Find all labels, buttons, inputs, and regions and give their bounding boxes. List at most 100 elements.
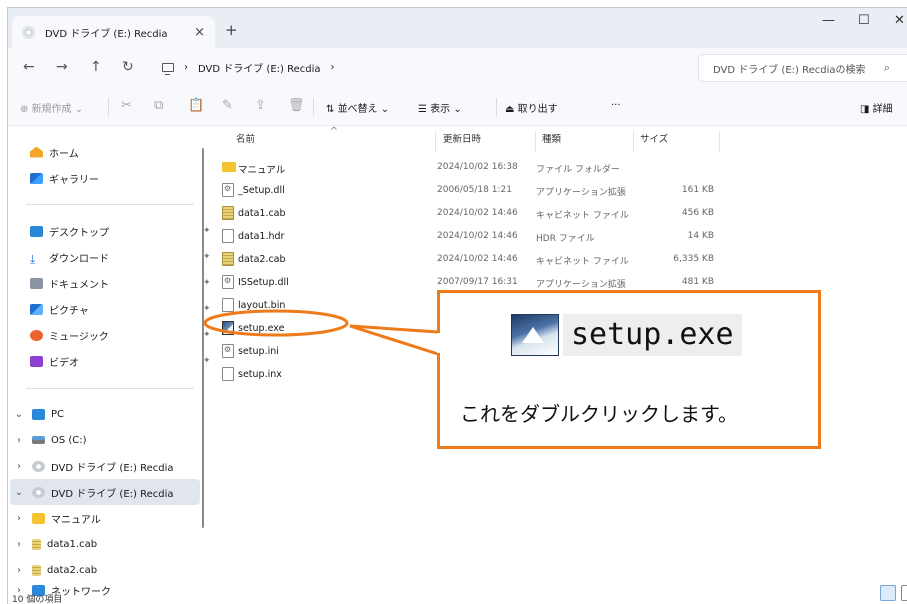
chevron-right-icon[interactable]: › [12, 435, 26, 446]
file-row[interactable]: data1.hdr 2024/10/02 14:46 HDR ファイル 14 KB [218, 226, 718, 248]
new-tab-button[interactable]: + [225, 21, 238, 39]
sidebar-label: マニュアル [51, 514, 101, 526]
column-header-size[interactable]: サイズ [634, 131, 720, 153]
sidebar-item-dvd-drive[interactable]: › DVD ドライブ (E:) Recdia [12, 453, 202, 479]
sidebar-item-dvd-drive-selected[interactable]: ⌄ DVD ドライブ (E:) Recdia [10, 479, 200, 505]
exe-file-icon [222, 321, 234, 335]
tab-dvd-drive[interactable]: DVD ドライブ (E:) Recdia × [12, 16, 215, 48]
sidebar-item-gallery[interactable]: ギャラリー [30, 165, 220, 191]
sidebar-item-documents[interactable]: ドキュメント ✦ [30, 270, 220, 296]
search-input[interactable]: DVD ドライブ (E:) Recdiaの検索 ⌕ [698, 54, 907, 82]
doc-file-icon [222, 367, 234, 381]
minimize-button[interactable]: — [822, 13, 835, 28]
up-arrow-icon[interactable]: ↑ [90, 59, 102, 75]
file-date: 2024/10/02 14:46 [437, 208, 518, 218]
drive-icon [32, 436, 45, 444]
pin-icon[interactable]: ✦ [203, 356, 211, 366]
file-type: アプリケーション拡張 [536, 188, 626, 198]
sidebar-label: ピクチャ [49, 305, 89, 317]
callout-instruction: これをダブルクリックします。 [460, 402, 738, 426]
sidebar-item-os-drive[interactable]: › OS (C:) [12, 427, 202, 453]
back-arrow-icon[interactable]: ← [23, 59, 35, 75]
sidebar-item-pc[interactable]: ⌄ PC [12, 401, 202, 427]
sidebar-item-data1[interactable]: › data1.cab [12, 531, 202, 557]
cabinet-file-icon [32, 564, 41, 576]
pin-icon[interactable]: ✦ [203, 226, 211, 236]
chevron-right-icon[interactable]: › [12, 513, 26, 524]
chevron-right-icon[interactable]: › [12, 539, 26, 550]
eject-button[interactable]: ⏏ 取り出す [505, 100, 558, 115]
file-size: 456 KB [681, 208, 714, 218]
chevron-right-icon[interactable]: › [12, 565, 26, 576]
chevron-right-icon[interactable]: › [12, 461, 26, 472]
sidebar-item-pictures[interactable]: ピクチャ ✦ [30, 296, 220, 322]
sidebar-item-music[interactable]: ミュージック ✦ [30, 322, 220, 348]
cab-file-icon [222, 252, 234, 266]
dvd-icon [32, 460, 45, 472]
more-options-button[interactable]: ··· [611, 100, 621, 111]
sidebar-item-manual[interactable]: › マニュアル [12, 505, 202, 531]
breadcrumb[interactable]: › DVD ドライブ (E:) Recdia › [162, 60, 335, 75]
file-name: setup.inx [238, 369, 282, 380]
sidebar-item-downloads[interactable]: ⤓ ダウンロード ✦ [30, 244, 220, 270]
chevron-down-icon[interactable]: ⌄ [12, 409, 26, 420]
sidebar-divider [26, 388, 194, 389]
maximize-button[interactable]: ☐ [858, 13, 870, 28]
sidebar-item-desktop[interactable]: デスクトップ ✦ [30, 218, 220, 244]
breadcrumb-dvd[interactable]: DVD ドライブ (E:) Recdia [198, 60, 321, 75]
details-view-button[interactable] [880, 585, 896, 601]
file-size: 481 KB [681, 277, 714, 287]
sidebar-scrollbar[interactable] [202, 148, 204, 528]
folder-file-icon [222, 162, 236, 172]
details-pane-button[interactable]: ◨ 詳細 [860, 100, 893, 115]
file-row[interactable]: マニュアル 2024/10/02 16:38 ファイル フォルダー [218, 157, 718, 179]
file-name: data2.cab [238, 254, 286, 265]
sidebar-item-videos[interactable]: ビデオ ✦ [30, 348, 220, 374]
tab-strip: DVD ドライブ (E:) Recdia × + — ☐ ✕ [8, 8, 907, 48]
search-icon[interactable]: ⌕ [884, 61, 890, 75]
column-label: 更新日時 [443, 134, 482, 145]
tiles-view-button[interactable] [901, 585, 907, 601]
tab-close-icon[interactable]: × [194, 25, 205, 40]
pin-icon[interactable]: ✦ [203, 278, 211, 288]
sidebar-label: ホーム [49, 148, 79, 160]
delete-icon[interactable]: 🗑 [288, 98, 305, 113]
dvd-icon [22, 25, 35, 39]
sidebar-label: ミュージック [49, 331, 109, 343]
documents-icon [30, 277, 43, 289]
refresh-icon[interactable]: ↻ [122, 59, 134, 75]
view-button[interactable]: ☰ 表示 ⌄ [418, 100, 462, 115]
file-row[interactable]: data1.cab 2024/10/02 14:46 キャビネット ファイル 456 … [218, 203, 718, 225]
sidebar-item-data2[interactable]: › data2.cab [12, 557, 202, 583]
new-button[interactable]: ⊕ 新規作成 ⌄ [20, 100, 83, 115]
share-icon[interactable]: ⇪ [255, 98, 266, 113]
column-label: 名前 [236, 134, 256, 145]
copy-icon[interactable]: ⧉ [154, 98, 163, 113]
file-name: data1.cab [238, 208, 286, 219]
chevron-down-icon[interactable]: ⌄ [12, 487, 26, 498]
pin-icon[interactable]: ✦ [203, 304, 211, 314]
sort-label: 並べ替え [337, 104, 378, 115]
paste-icon[interactable]: 📋 [188, 98, 204, 113]
doc-file-icon [222, 229, 234, 243]
file-type: キャビネット ファイル [536, 257, 629, 267]
dll-file-icon [222, 183, 234, 197]
pin-icon[interactable]: ✦ [203, 252, 211, 262]
column-header-name[interactable]: 名前 ^ [230, 126, 436, 153]
navigation-pane: ホーム ギャラリー デスクトップ ✦ ⤓ ダウンロード ✦ ドキュメント ✦ ピ… [8, 126, 211, 604]
column-header-type[interactable]: 種類 [536, 131, 634, 153]
cut-icon[interactable]: ✂ [121, 98, 132, 113]
forward-arrow-icon[interactable]: → [56, 59, 68, 75]
file-row[interactable]: data2.cab 2024/10/02 14:46 キャビネット ファイル 6,33… [218, 249, 718, 271]
toolbar-divider [108, 98, 109, 116]
sidebar-label: OS (C:) [51, 434, 87, 446]
sort-button[interactable]: ⇅ 並べ替え ⌄ [326, 100, 389, 115]
column-header-date[interactable]: 更新日時 [437, 131, 536, 153]
pin-icon[interactable]: ✦ [203, 330, 211, 340]
file-row[interactable]: _Setup.dll 2006/05/18 1:21 アプリケーション拡張 161 K… [218, 180, 718, 202]
column-label: サイズ [640, 134, 669, 145]
sidebar-item-home[interactable]: ホーム [30, 139, 220, 165]
rename-icon[interactable]: ✎ [222, 98, 233, 113]
close-window-button[interactable]: ✕ [894, 13, 905, 28]
sidebar-label: DVD ドライブ (E:) Recdia [51, 462, 174, 474]
